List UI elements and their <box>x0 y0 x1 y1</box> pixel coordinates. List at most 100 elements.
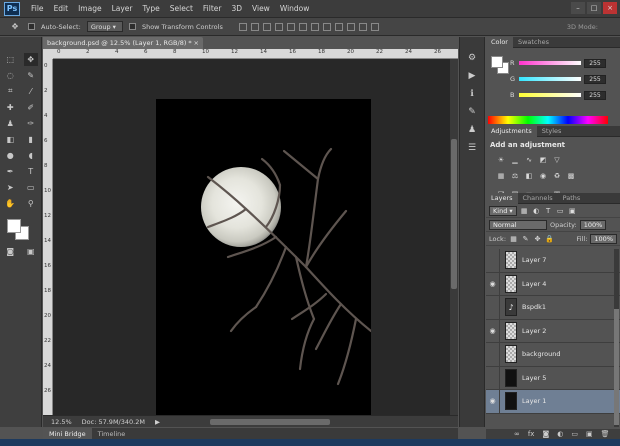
slider-blue[interactable]: B 255 <box>510 90 618 100</box>
properties-panel-icon[interactable]: ℹ <box>460 85 484 103</box>
document-canvas[interactable] <box>156 99 371 415</box>
menu-file[interactable]: File <box>26 4 49 13</box>
zoom-tool-icon[interactable]: ⚲ <box>24 197 38 210</box>
menu-select[interactable]: Select <box>165 4 198 13</box>
layer-style-icon[interactable]: fx <box>528 430 535 438</box>
foreground-color-swatch[interactable] <box>7 219 21 233</box>
lock-image-icon[interactable]: ✎ <box>521 234 530 243</box>
filter-adjust-icon[interactable]: ◐ <box>532 206 541 215</box>
layer-row[interactable]: background <box>486 343 620 367</box>
horizontal-scrollbar-thumb[interactable] <box>209 418 330 425</box>
healing-brush-tool-icon[interactable]: ✚ <box>3 101 17 114</box>
actions-panel-icon[interactable]: ▶ <box>460 67 484 85</box>
new-layer-icon[interactable]: ▣ <box>586 430 593 438</box>
type-tool-icon[interactable]: T <box>24 165 38 178</box>
tab-color[interactable]: Color <box>486 36 513 48</box>
lock-position-icon[interactable]: ✥ <box>533 234 542 243</box>
filter-type-icon[interactable]: T <box>544 206 553 215</box>
eyedropper-tool-icon[interactable]: ⁄ <box>24 85 38 98</box>
layer-row[interactable]: Layer 7 <box>486 249 620 273</box>
hand-tool-icon[interactable]: ✋ <box>3 197 17 210</box>
filter-smart-icon[interactable]: ▣ <box>568 206 577 215</box>
distribute-left-icon[interactable] <box>346 22 355 31</box>
channel-mixer-icon[interactable]: ♻ <box>552 171 562 180</box>
tab-swatches[interactable]: Swatches <box>513 37 554 48</box>
menu-type[interactable]: Type <box>138 4 165 13</box>
color-balance-icon[interactable]: ⚖ <box>510 171 520 180</box>
auto-select-dropdown[interactable]: Group ▾ <box>86 21 123 32</box>
layer-row[interactable]: ◉ Layer 4 <box>486 272 620 296</box>
lock-transparency-icon[interactable]: ▦ <box>509 234 518 243</box>
quick-mask-icon[interactable]: ◙ <box>3 245 17 258</box>
move-tool-icon[interactable]: ✥ <box>23 52 38 66</box>
color-lookup-icon[interactable]: ▩ <box>566 171 576 180</box>
new-adjustment-icon[interactable]: ◐ <box>557 430 563 438</box>
menu-layer[interactable]: Layer <box>107 4 138 13</box>
visibility-toggle[interactable] <box>486 343 500 366</box>
menu-edit[interactable]: Edit <box>49 4 74 13</box>
adjust-panel-icon[interactable]: ☰ <box>460 139 484 157</box>
slider-red[interactable]: R 255 <box>510 58 618 68</box>
panel-foreground-swatch[interactable] <box>491 56 503 68</box>
tab-adjustments[interactable]: Adjustments <box>486 125 537 137</box>
add-mask-icon[interactable]: ◙ <box>542 430 549 438</box>
vibrance-icon[interactable]: ▽ <box>552 155 562 164</box>
blur-tool-icon[interactable]: ● <box>3 149 17 162</box>
visibility-toggle[interactable] <box>486 249 500 272</box>
filter-shape-icon[interactable]: ▭ <box>556 206 565 215</box>
tab-mini-bridge[interactable]: Mini Bridge <box>43 428 92 439</box>
visibility-toggle[interactable] <box>486 296 500 319</box>
tab-styles[interactable]: Styles <box>537 126 567 137</box>
ruler-vertical[interactable]: 0 2 4 6 8 10 12 14 16 18 20 22 24 26 <box>43 59 53 415</box>
align-left-icon[interactable] <box>274 22 283 31</box>
crop-tool-icon[interactable]: ⌗ <box>3 85 17 98</box>
distribute-bottom-icon[interactable] <box>334 22 343 31</box>
clone-source-panel-icon[interactable]: ♟ <box>460 121 484 139</box>
color-spectrum[interactable] <box>488 116 608 124</box>
ruler-corner[interactable] <box>43 49 53 59</box>
menu-3d[interactable]: 3D <box>226 4 247 13</box>
exposure-icon[interactable]: ◩ <box>538 155 548 164</box>
layers-scrollbar[interactable] <box>614 249 619 427</box>
align-bottom-icon[interactable] <box>262 22 271 31</box>
maximize-button[interactable]: □ <box>587 2 601 14</box>
eraser-tool-icon[interactable]: ◧ <box>3 133 17 146</box>
history-panel-icon[interactable]: ⚙ <box>460 49 484 67</box>
tab-timeline[interactable]: Timeline <box>92 428 132 439</box>
slider-blue-track[interactable] <box>519 93 581 97</box>
lock-all-icon[interactable]: 🔒 <box>545 234 554 243</box>
menu-image[interactable]: Image <box>73 4 107 13</box>
align-center-icon[interactable] <box>286 22 295 31</box>
ruler-horizontal[interactable]: 0 2 4 6 8 10 12 14 16 18 20 22 24 26 <box>53 49 458 59</box>
visibility-toggle[interactable] <box>486 366 500 389</box>
align-top-icon[interactable] <box>238 22 247 31</box>
visibility-toggle[interactable]: ◉ <box>486 319 500 342</box>
close-button[interactable]: × <box>603 2 617 14</box>
fill-field[interactable]: 100% <box>590 233 617 244</box>
tab-paths[interactable]: Paths <box>558 193 586 204</box>
slider-red-value[interactable]: 255 <box>584 58 606 68</box>
visibility-toggle[interactable]: ◉ <box>486 272 500 295</box>
document-workspace[interactable] <box>53 59 450 415</box>
pen-tool-icon[interactable]: ✒ <box>3 165 17 178</box>
tab-layers[interactable]: Layers <box>486 192 518 204</box>
layer-row[interactable]: ♪ Bspdk1 <box>486 296 620 320</box>
clone-stamp-tool-icon[interactable]: ♟ <box>3 117 17 130</box>
screen-mode-icon[interactable]: ▣ <box>24 245 38 258</box>
photo-filter-icon[interactable]: ◉ <box>538 171 548 180</box>
blend-mode-dropdown[interactable]: Normal <box>489 219 547 230</box>
tab-channels[interactable]: Channels <box>518 193 558 204</box>
align-middle-icon[interactable] <box>250 22 259 31</box>
align-right-icon[interactable] <box>298 22 307 31</box>
zoom-level[interactable]: 12.5% <box>51 418 72 426</box>
filter-pixel-icon[interactable]: ▦ <box>520 206 529 215</box>
menu-view[interactable]: View <box>247 4 275 13</box>
distribute-center-icon[interactable] <box>358 22 367 31</box>
menu-filter[interactable]: Filter <box>198 4 227 13</box>
link-layers-icon[interactable]: ∞ <box>514 430 520 438</box>
distribute-right-icon[interactable] <box>370 22 379 31</box>
document-tab[interactable]: background.psd @ 12.5% (Layer 1, RGB/8) … <box>43 37 203 49</box>
slider-red-track[interactable] <box>519 61 581 65</box>
layer-row[interactable]: Layer 5 <box>486 366 620 390</box>
slider-blue-value[interactable]: 255 <box>584 90 606 100</box>
